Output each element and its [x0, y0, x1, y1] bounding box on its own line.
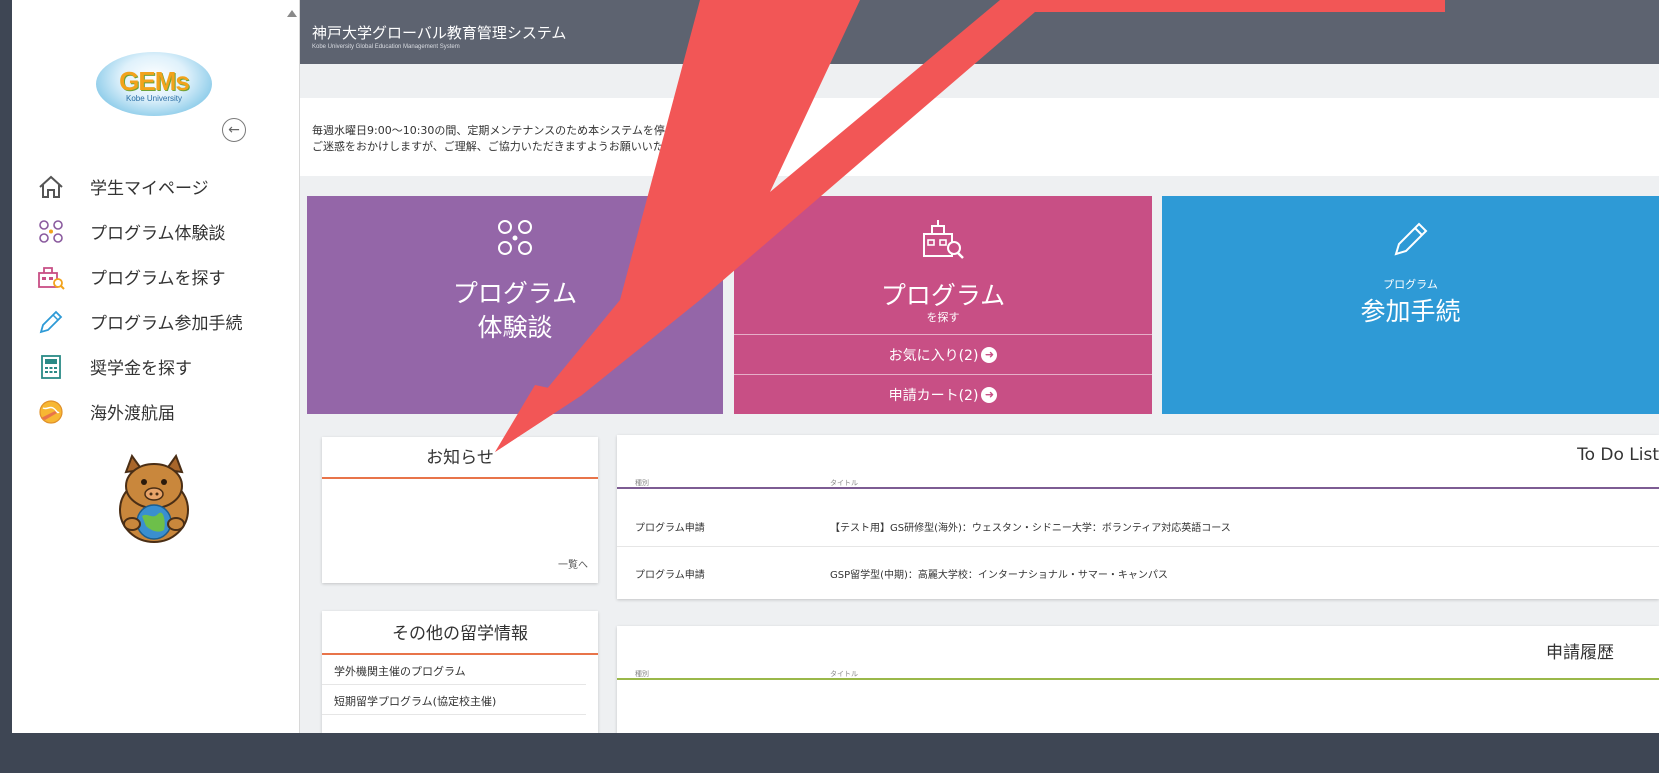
- logo-text: GEMs: [119, 66, 190, 96]
- experience-tile[interactable]: プログラム 体験談: [307, 196, 723, 414]
- other-study-abroad-panel: その他の留学情報 学外機関主催のプログラム 短期留学プログラム(協定校主催): [322, 611, 598, 733]
- notice-line-1: 毎週水曜日9:00～10:30の間、定期メンテナンスのため本システムを停: [312, 124, 665, 137]
- pencil-icon: [34, 308, 68, 336]
- news-divider: [322, 477, 598, 479]
- news-list-link[interactable]: 一覧へ: [558, 556, 588, 571]
- sidebar: GEMs Kobe University ← 学生マイページ プログラム体験談 …: [12, 0, 300, 733]
- todo-list-panel: To Do List 種別 タイトル プログラム申請 【テスト用】GS研修型(海…: [617, 435, 1659, 599]
- history-title: 申請履歴: [1546, 643, 1614, 663]
- row-type: プログラム申請: [635, 570, 705, 581]
- system-title: 神戸大学グローバル教育管理システム: [312, 24, 567, 42]
- sidebar-item-my-page[interactable]: 学生マイページ: [12, 164, 300, 209]
- favorites-link[interactable]: お気に入り(2) ➜: [734, 334, 1152, 374]
- todo-divider: [617, 487, 1659, 489]
- home-icon: [34, 173, 68, 201]
- table-row[interactable]: プログラム申請 GSP留学型(中期)：高麗大学校：インターナショナル・サマー・キ…: [617, 548, 1659, 594]
- search-program-tile[interactable]: プログラム を探す お気に入り(2) ➜ 申請カート(2) ➜: [734, 196, 1152, 414]
- application-history-panel: 申請履歴 種別 タイトル: [617, 626, 1659, 733]
- main-content: 神戸大学グローバル教育管理システム Kobe University Global…: [300, 0, 1659, 733]
- news-panel: お知らせ 一覧へ: [322, 437, 598, 583]
- procedure-tile[interactable]: プログラム 参加手続: [1162, 196, 1659, 414]
- sidebar-item-experience[interactable]: プログラム体験談: [12, 209, 300, 254]
- row-title: GSP留学型(中期)：高麗大学校：インターナショナル・サマー・キャンパス: [830, 570, 1168, 581]
- sidebar-item-label: 学生マイページ: [90, 179, 209, 199]
- arrow-left-icon: ←: [228, 122, 240, 138]
- gems-logo[interactable]: GEMs Kobe University: [96, 52, 212, 116]
- sidebar-item-travel-report[interactable]: 海外渡航届: [12, 389, 300, 434]
- tile-title: プログラム: [452, 279, 578, 308]
- tile-subtitle: 体験談: [477, 313, 553, 342]
- sidebar-item-search-program[interactable]: プログラムを探す: [12, 254, 300, 299]
- sidebar-item-label: プログラム体験談: [90, 224, 226, 244]
- other-info-item[interactable]: 短期留学プログラム(協定校主催): [322, 685, 586, 715]
- calculator-icon: [34, 353, 68, 381]
- header-bar: 神戸大学グローバル教育管理システム Kobe University Global…: [300, 0, 1659, 64]
- cart-label: 申請カート(2): [888, 387, 979, 404]
- device-frame: GEMs Kobe University ← 学生マイページ プログラム体験談 …: [0, 0, 1659, 773]
- row-title: 【テスト用】GS研修型(海外)：ウェスタン・シドニー大学：ボランティア対応英語コ…: [830, 523, 1231, 534]
- news-title: お知らせ: [426, 448, 494, 468]
- sidebar-item-label: プログラムを探す: [90, 269, 226, 289]
- school-search-icon: [34, 263, 68, 291]
- logo-subtext: Kobe University: [125, 94, 183, 103]
- boar-mascot-image: [108, 450, 200, 546]
- people-icon: [307, 218, 723, 258]
- table-row[interactable]: プログラム申請 【テスト用】GS研修型(海外)：ウェスタン・シドニー大学：ボラン…: [617, 501, 1659, 547]
- sidebar-item-procedure[interactable]: プログラム参加手続: [12, 299, 300, 344]
- collapse-sidebar-button[interactable]: ←: [222, 118, 246, 142]
- arrow-right-circle-icon: ➜: [981, 386, 998, 403]
- school-search-icon: [734, 218, 1152, 260]
- notice-line-2: ご迷惑をおかけしますが、ご理解、ご協力いただきますようお願いいた: [312, 140, 664, 153]
- sidebar-item-label: 奨学金を探す: [90, 359, 192, 379]
- scroll-up-arrow-icon[interactable]: [287, 10, 297, 17]
- pencil-icon: [1162, 218, 1659, 260]
- system-subtitle: Kobe University Global Education Managem…: [312, 44, 460, 50]
- people-icon: [34, 218, 68, 246]
- maintenance-notice: 毎週水曜日9:00～10:30の間、定期メンテナンスのため本システムを停 ご迷惑…: [300, 98, 1659, 176]
- app-screen: GEMs Kobe University ← 学生マイページ プログラム体験談 …: [12, 0, 1659, 733]
- sidebar-item-label: 海外渡航届: [90, 404, 175, 424]
- tile-subtitle: を探す: [926, 311, 960, 324]
- tile-title: 参加手続: [1360, 297, 1461, 326]
- other-info-item[interactable]: 学外機関主催のプログラム: [322, 655, 586, 685]
- arrow-right-circle-icon: ➜: [981, 346, 998, 363]
- sidebar-item-label: プログラム参加手続: [90, 314, 243, 334]
- application-cart-link[interactable]: 申請カート(2) ➜: [734, 374, 1152, 414]
- tile-subtitle: プログラム: [1383, 278, 1438, 291]
- sidebar-nav: 学生マイページ プログラム体験談 プログラムを探す プログラム参加手続 奨学金を…: [12, 164, 300, 434]
- tile-title: プログラム: [880, 281, 1006, 310]
- sidebar-item-scholarship[interactable]: 奨学金を探す: [12, 344, 300, 389]
- other-info-title: その他の留学情報: [392, 624, 528, 644]
- history-divider: [617, 678, 1659, 680]
- globe-plane-icon: [34, 398, 68, 426]
- todo-title: To Do List: [1577, 445, 1659, 465]
- row-type: プログラム申請: [635, 523, 705, 534]
- favorites-label: お気に入り(2): [888, 347, 979, 364]
